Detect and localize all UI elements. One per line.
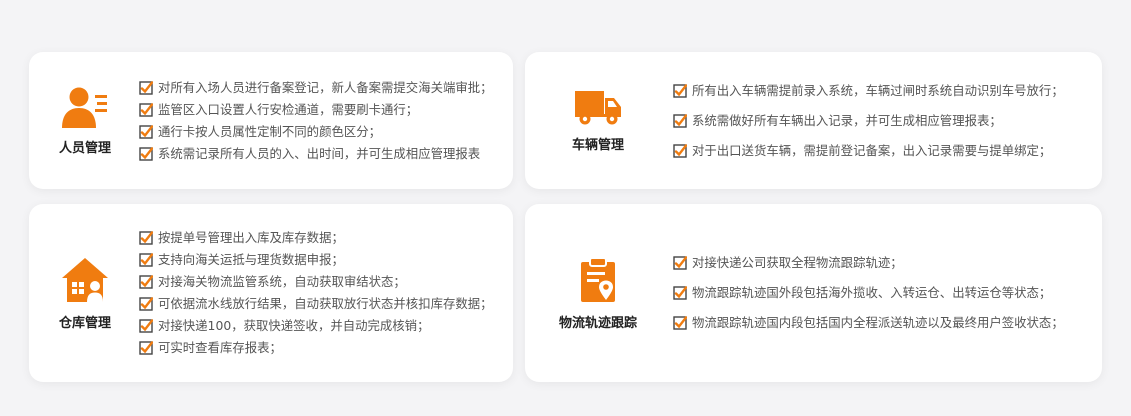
list-item-text: 系统需做好所有车辆出入记录，并可生成相应管理报表； — [692, 112, 1002, 128]
feature-list: 按提单号管理出入库及库存数据； 支持向海关运抵与理货数据申报； 对接海关物流监管… — [139, 204, 507, 382]
list-item-text: 物流跟踪轨迹国内段包括国内全程派送轨迹以及最终用户签收状态； — [692, 315, 1064, 330]
list-item-text: 对所有入场人员进行备案登记，新人备案需提交海关端审批； — [158, 79, 493, 95]
list-item: 对于出口送货车辆，需提前登记备案，出入记录需要与提单绑定； — [673, 136, 1096, 166]
list-item-text: 支持向海关运抵与理货数据申报； — [158, 252, 344, 267]
list-item-text: 对于出口送货车辆，需提前登记备案，出入记录需要与提单绑定； — [692, 142, 1052, 158]
logistics-tracking-card: 物流轨迹跟踪 对接快递公司获取全程物流跟踪轨迹； 物流跟踪轨迹国外段包括海外揽收… — [525, 204, 1102, 382]
checkbox-checked-icon — [139, 341, 153, 355]
list-item-text: 物流跟踪轨迹国外段包括海外揽收、入转运仓、出转运仓等状态； — [692, 285, 1052, 300]
checkbox-checked-icon — [139, 319, 153, 333]
list-item-text: 所有出入车辆需提前录入系统，车辆过闸时系统自动识别车号放行； — [692, 82, 1064, 98]
list-item: 支持向海关运抵与理货数据申报； — [139, 249, 507, 271]
list-item-text: 系统需记录所有人员的入、出时间，并可生成相应管理报表 — [158, 145, 481, 161]
truck-icon — [575, 91, 621, 125]
card-header: 车辆管理 — [525, 52, 671, 189]
checkbox-checked-icon — [673, 286, 687, 300]
list-item: 可实时查看库存报表； — [139, 337, 507, 359]
card-title: 物流轨迹跟踪 — [558, 315, 637, 331]
list-item: 系统需记录所有人员的入、出时间，并可生成相应管理报表 — [139, 143, 507, 165]
list-item: 对所有入场人员进行备案登记，新人备案需提交海关端审批； — [139, 77, 507, 99]
card-title: 仓库管理 — [58, 315, 111, 331]
list-item-text: 对接快递公司获取全程物流跟踪轨迹； — [692, 255, 903, 270]
checkbox-checked-icon — [673, 113, 687, 128]
card-header: 仓库管理 — [29, 204, 141, 382]
checkbox-checked-icon — [673, 256, 687, 270]
list-item-text: 对接海关物流监管系统，自动获取审结状态； — [158, 274, 406, 289]
location-clipboard-icon — [581, 256, 615, 302]
list-item-text: 可依据流水线放行结果，自动获取放行状态并核扣库存数据； — [158, 296, 493, 311]
list-item: 对接海关物流监管系统，自动获取审结状态； — [139, 271, 507, 293]
list-item: 对接快递100，获取快递签收，并自动完成核销； — [139, 315, 507, 337]
checkbox-checked-icon — [139, 253, 153, 267]
feature-list: 对接快递公司获取全程物流跟踪轨迹； 物流跟踪轨迹国外段包括海外揽收、入转运仓、出… — [673, 204, 1096, 382]
checkbox-checked-icon — [673, 316, 687, 330]
checkbox-checked-icon — [139, 275, 153, 289]
list-item: 按提单号管理出入库及库存数据； — [139, 227, 507, 249]
list-item-text: 对接快递100，获取快递签收，并自动完成核销； — [158, 318, 430, 333]
card-title: 人员管理 — [58, 141, 111, 156]
list-item: 所有出入车辆需提前录入系统，车辆过闸时系统自动识别车号放行； — [673, 76, 1096, 106]
vehicle-management-card: 车辆管理 所有出入车辆需提前录入系统，车辆过闸时系统自动识别车号放行； 系统需做… — [525, 52, 1102, 189]
checkbox-checked-icon — [673, 143, 687, 158]
checkbox-checked-icon — [139, 124, 153, 139]
list-item: 对接快递公司获取全程物流跟踪轨迹； — [673, 248, 1096, 278]
checkbox-checked-icon — [139, 80, 153, 95]
feature-list: 所有出入车辆需提前录入系统，车辆过闸时系统自动识别车号放行； 系统需做好所有车辆… — [673, 52, 1096, 189]
personnel-management-card: 人员管理 对所有入场人员进行备案登记，新人备案需提交海关端审批； 监管区入口设置… — [29, 52, 513, 189]
warehouse-icon — [62, 257, 108, 302]
list-item-text: 可实时查看库存报表； — [158, 340, 282, 355]
warehouse-management-card: 仓库管理 按提单号管理出入库及库存数据； 支持向海关运抵与理货数据申报； 对接海… — [29, 204, 513, 382]
feature-list: 对所有入场人员进行备案登记，新人备案需提交海关端审批； 监管区入口设置人行安检通… — [139, 52, 507, 189]
checkbox-checked-icon — [139, 146, 153, 161]
card-title: 车辆管理 — [571, 138, 624, 153]
card-header: 物流轨迹跟踪 — [525, 204, 671, 382]
list-item-text: 监管区入口设置人行安检通道，需要刷卡通行； — [158, 101, 419, 117]
checkbox-checked-icon — [139, 297, 153, 311]
list-item: 物流跟踪轨迹国外段包括海外揽收、入转运仓、出转运仓等状态； — [673, 278, 1096, 308]
list-item-text: 通行卡按人员属性定制不同的颜色区分； — [158, 123, 382, 139]
list-item: 监管区入口设置人行安检通道，需要刷卡通行； — [139, 99, 507, 121]
card-header: 人员管理 — [29, 52, 141, 189]
person-id-icon — [62, 87, 107, 128]
list-item: 系统需做好所有车辆出入记录，并可生成相应管理报表； — [673, 106, 1096, 136]
checkbox-checked-icon — [673, 83, 687, 98]
list-item: 通行卡按人员属性定制不同的颜色区分； — [139, 121, 507, 143]
checkbox-checked-icon — [139, 231, 153, 245]
list-item: 物流跟踪轨迹国内段包括国内全程派送轨迹以及最终用户签收状态； — [673, 308, 1096, 338]
list-item-text: 按提单号管理出入库及库存数据； — [158, 230, 344, 245]
list-item: 可依据流水线放行结果，自动获取放行状态并核扣库存数据； — [139, 293, 507, 315]
checkbox-checked-icon — [139, 102, 153, 117]
